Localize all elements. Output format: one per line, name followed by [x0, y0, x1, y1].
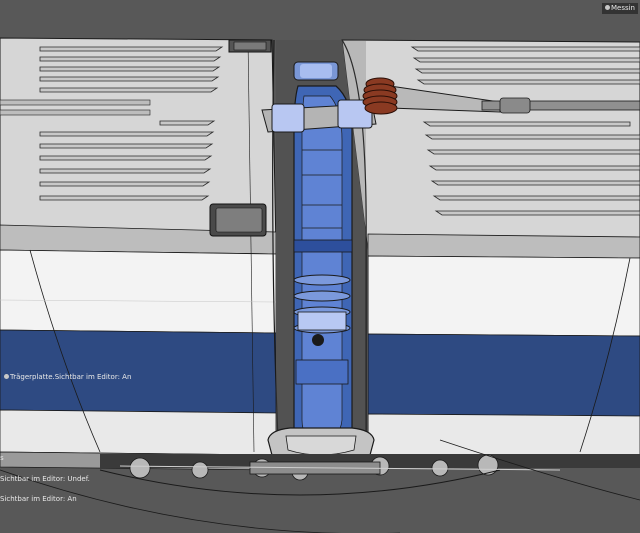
3d-viewport[interactable]: Messin Trägerplatte.Sichtbar im Editor: … [0, 0, 640, 533]
object-label-traegerplatte: Trägerplatte.Sichtbar im Editor: An [4, 373, 131, 382]
object-label-messing: Messin [601, 3, 638, 14]
object-label-s: s [0, 454, 4, 462]
object-label-undef: Sichtbar im Editor: Undef. [0, 475, 90, 483]
object-dot-icon [4, 374, 9, 379]
left-car-body [0, 37, 277, 471]
object-dot-icon [604, 5, 610, 10]
object-label-an: Sichtbar im Editor: An [0, 495, 77, 503]
train-model-render [0, 0, 640, 533]
